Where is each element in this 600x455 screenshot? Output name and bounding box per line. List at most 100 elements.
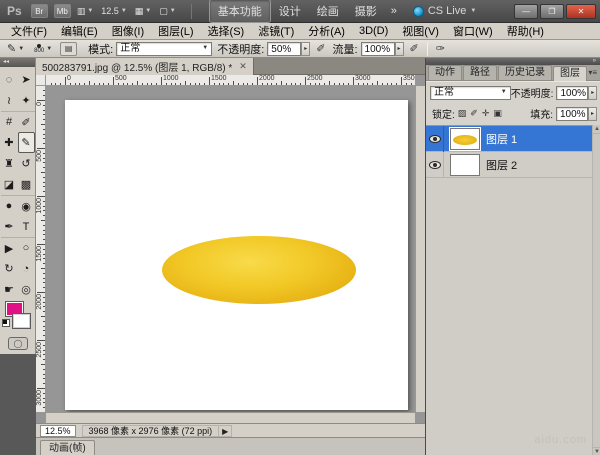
- toggle-brush-panel-icon[interactable]: ▤: [60, 41, 78, 56]
- toolbox-collapse-icon[interactable]: ◂◂: [0, 58, 35, 67]
- elliptical-marquee-tool[interactable]: ◌: [1, 69, 18, 90]
- layer-visibility-toggle[interactable]: [426, 151, 444, 178]
- screen-mode-icon[interactable]: ▢: [159, 6, 168, 17]
- lock-transparency-icon[interactable]: ▨: [458, 108, 467, 119]
- move-tool[interactable]: ➤: [18, 69, 35, 90]
- menu-item[interactable]: 滤镜(T): [251, 22, 301, 40]
- bridge-icon[interactable]: Br: [30, 4, 48, 18]
- lock-pixels-icon[interactable]: ✐: [470, 108, 478, 119]
- cs-live-button[interactable]: CS Live ▼: [412, 5, 484, 17]
- opacity-input[interactable]: 50%: [267, 41, 302, 56]
- layer-list-scrollbar[interactable]: ▲ ▼: [592, 125, 600, 455]
- menu-item[interactable]: 图层(L): [151, 22, 200, 40]
- layer-thumbnail[interactable]: [450, 153, 480, 176]
- quick-mask-button[interactable]: ◯: [8, 337, 28, 350]
- zoom-level-dropdown-icon[interactable]: ▼: [121, 8, 127, 14]
- menu-item[interactable]: 窗口(W): [446, 22, 500, 40]
- workspace-overflow-button[interactable]: »: [391, 5, 397, 17]
- menu-item[interactable]: 图像(I): [105, 22, 151, 40]
- brush-picker-dropdown-icon[interactable]: ▼: [46, 46, 52, 52]
- close-button[interactable]: ✕: [566, 4, 596, 19]
- screen-mode-dropdown-icon[interactable]: ▼: [170, 8, 176, 14]
- scroll-up-icon[interactable]: ▲: [593, 125, 600, 134]
- airbrush-opacity-icon[interactable]: ✐: [316, 42, 325, 55]
- tablet-pressure-icon[interactable]: ✑: [436, 42, 445, 55]
- history-brush-tool[interactable]: ↺: [18, 153, 35, 174]
- flow-input[interactable]: 100%: [360, 41, 395, 56]
- path-selection-tool[interactable]: ▶: [0, 237, 18, 258]
- crop-tool[interactable]: #: [0, 111, 18, 132]
- background-color-swatch[interactable]: [12, 313, 31, 329]
- panel-menu-icon[interactable]: ▾≡: [588, 68, 597, 77]
- panel-tab[interactable]: 历史记录: [498, 65, 552, 80]
- menu-item[interactable]: 编辑(E): [54, 22, 105, 40]
- zoom-tool[interactable]: ◎: [18, 279, 35, 300]
- layer-thumbnail[interactable]: [449, 126, 481, 151]
- panel-tab[interactable]: 路径: [463, 65, 497, 80]
- lock-all-icon[interactable]: ▣: [493, 108, 502, 119]
- document-tab[interactable]: 500283791.jpg @ 12.5% (图层 1, RGB/8) * ✕: [36, 58, 254, 75]
- restore-button[interactable]: ❐: [540, 4, 564, 19]
- blur-tool[interactable]: ●: [0, 195, 18, 216]
- workspace-tab[interactable]: 基本功能: [208, 0, 271, 23]
- layer-opacity-input[interactable]: 100%: [556, 85, 589, 100]
- dock-collapse-icon[interactable]: »: [426, 58, 600, 65]
- type-tool[interactable]: T: [18, 216, 35, 237]
- layer-opacity-slider-icon[interactable]: ▸: [588, 85, 597, 100]
- menu-item[interactable]: 分析(A): [301, 22, 352, 40]
- healing-brush-tool[interactable]: ✚: [1, 132, 18, 153]
- panel-tab[interactable]: 动作: [428, 65, 462, 80]
- layer-visibility-toggle[interactable]: [426, 126, 444, 152]
- status-zoom-input[interactable]: 12.5%: [40, 424, 76, 437]
- 3d-rotate-tool[interactable]: ↻: [1, 258, 18, 279]
- horizontal-scrollbar[interactable]: [46, 412, 415, 423]
- view-extras-dropdown-icon[interactable]: ▼: [87, 8, 93, 14]
- layer-fill-slider-icon[interactable]: ▸: [588, 106, 597, 121]
- pen-tool[interactable]: ✒: [1, 216, 18, 237]
- hand-tool[interactable]: ☛: [1, 279, 18, 300]
- minibridge-icon[interactable]: Mb: [53, 4, 71, 18]
- brush-preset-picker[interactable]: 800: [34, 43, 44, 54]
- animation-panel-tab[interactable]: 动画(帧): [40, 440, 95, 455]
- eyedropper-tool[interactable]: ✐: [17, 111, 35, 132]
- blend-mode-select[interactable]: 正常 ▼: [116, 41, 213, 56]
- lock-position-icon[interactable]: ✛: [482, 108, 490, 119]
- menu-item[interactable]: 文件(F): [4, 22, 54, 40]
- panel-tab[interactable]: 图层: [553, 66, 587, 81]
- eraser-tool[interactable]: ◪: [1, 174, 18, 195]
- layer-row[interactable]: 图层 1: [426, 126, 600, 152]
- arrange-documents-dropdown-icon[interactable]: ▼: [145, 8, 151, 14]
- view-extras-icon[interactable]: ▥: [77, 6, 86, 17]
- workspace-tab[interactable]: 绘画: [309, 0, 347, 22]
- tool-preset-dropdown-icon[interactable]: ▼: [18, 46, 24, 52]
- zoom-level-value[interactable]: 12.5: [101, 6, 119, 16]
- 3d-orbit-tool[interactable]: ◔: [18, 258, 35, 279]
- ellipse-shape-tool[interactable]: ○: [17, 237, 35, 258]
- status-menu-arrow-icon[interactable]: ▶: [218, 424, 233, 437]
- document-tab-close-icon[interactable]: ✕: [239, 61, 247, 72]
- arrange-documents-icon[interactable]: ▦: [135, 6, 144, 17]
- default-colors-icon[interactable]: [2, 319, 10, 327]
- clone-stamp-tool[interactable]: ♜: [1, 153, 18, 174]
- workspace-tab[interactable]: 摄影: [347, 0, 385, 22]
- menu-item[interactable]: 帮助(H): [500, 22, 551, 40]
- layer-row[interactable]: 图层 2: [426, 151, 600, 178]
- airbrush-toggle-icon[interactable]: ✐: [410, 42, 419, 55]
- canvas-viewport[interactable]: [46, 86, 415, 412]
- vertical-ruler[interactable]: 0 500 1000 1500 2000 2500 3000: [36, 86, 46, 412]
- flow-slider-icon[interactable]: ▸: [394, 41, 404, 56]
- layer-blend-mode-select[interactable]: 正常 ▼: [430, 85, 511, 100]
- layer-name[interactable]: 图层 2: [486, 157, 517, 173]
- layer-name[interactable]: 图层 1: [486, 131, 517, 147]
- canvas[interactable]: [65, 100, 408, 410]
- workspace-tab[interactable]: 设计: [271, 0, 309, 22]
- quick-selection-tool[interactable]: ✦: [18, 90, 35, 111]
- brush-tool[interactable]: ✎: [17, 132, 35, 153]
- gradient-tool[interactable]: ▩: [18, 174, 35, 195]
- vertical-scrollbar[interactable]: [415, 86, 425, 412]
- lasso-tool[interactable]: ≀: [1, 90, 18, 111]
- minimize-button[interactable]: —: [514, 4, 538, 19]
- scroll-down-icon[interactable]: ▼: [593, 447, 600, 455]
- menu-item[interactable]: 视图(V): [395, 22, 446, 40]
- current-tool-icon[interactable]: ✎: [7, 42, 16, 55]
